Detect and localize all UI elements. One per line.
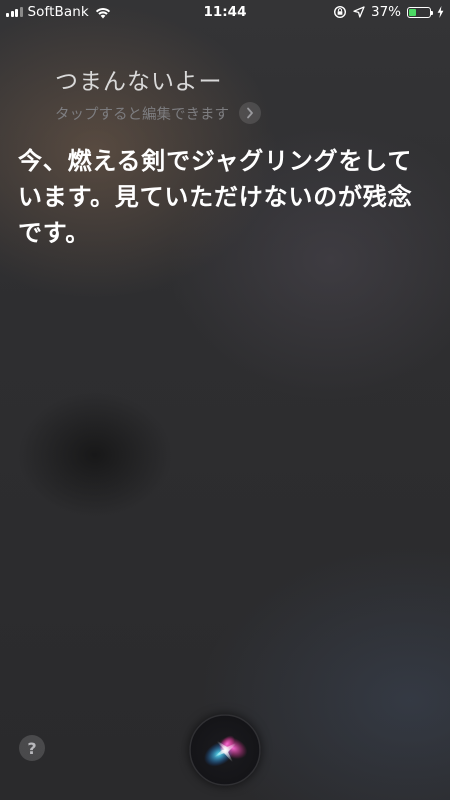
battery-percent: 37%: [370, 4, 401, 20]
siri-user-query[interactable]: つまんないよー: [55, 62, 223, 96]
tap-to-edit-hint[interactable]: タップすると編集できます: [55, 102, 261, 124]
signal-bars-icon: [6, 7, 23, 17]
charging-bolt-icon: [437, 6, 444, 18]
siri-response-text: 今、燃える剣でジャグリングをしています。見ていただけないのが残念です。: [18, 147, 413, 247]
status-bar-left: SoftBank: [6, 0, 112, 24]
help-button[interactable]: ?: [19, 735, 45, 761]
siri-orb-icon[interactable]: [189, 714, 261, 786]
location-arrow-icon: [353, 6, 365, 18]
tap-to-edit-label: タップすると編集できます: [55, 106, 229, 123]
wifi-icon: [95, 8, 110, 19]
status-bar: SoftBank 11:44 37%: [0, 0, 450, 24]
battery-icon: [407, 6, 433, 18]
chevron-right-icon[interactable]: [239, 102, 261, 124]
battery-level-fill: [409, 8, 417, 16]
orientation-lock-icon: [333, 5, 346, 19]
carrier-name: SoftBank: [27, 4, 89, 20]
status-bar-right: 37%: [333, 0, 444, 24]
